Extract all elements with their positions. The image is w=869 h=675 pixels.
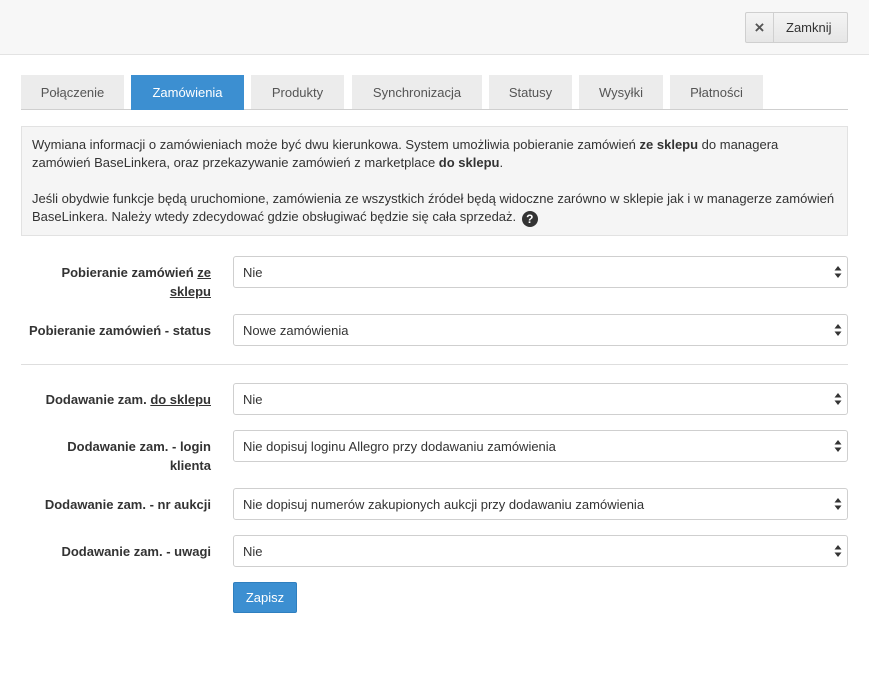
tab-synchronizacja[interactable]: Synchronizacja — [352, 75, 482, 109]
select-arrows-icon — [834, 498, 842, 510]
order-fetch-select[interactable]: Nie — [233, 256, 848, 288]
info-paragraph-1: Wymiana informacji o zamówieniach może b… — [32, 136, 837, 172]
info-text: . — [499, 155, 504, 170]
info-text: Wymiana informacji o zamówieniach może b… — [32, 137, 640, 152]
help-icon[interactable]: ? — [521, 211, 538, 227]
order-fetch-status-label: Pobieranie zamówień - status — [28, 323, 211, 338]
label-text: klienta — [169, 458, 211, 473]
info-box: Wymiana informacji o zamówieniach może b… — [21, 126, 848, 236]
order-add-login-label: Dodawanie zam. - login klienta — [67, 437, 211, 475]
order-add-notes-select[interactable]: Nie — [233, 535, 848, 567]
order-add-auction-select[interactable]: Nie dopisuj numerów zakupionych aukcji p… — [233, 488, 848, 520]
label-text: Dodawanie zam. — [45, 392, 151, 407]
close-button[interactable]: × Zamknij — [745, 12, 848, 43]
order-add-notes-label: Dodawanie zam. - uwagi — [61, 544, 211, 559]
to-shop-link[interactable]: do sklepu — [150, 392, 211, 407]
select-arrows-icon — [834, 440, 842, 452]
select-arrows-icon — [834, 393, 842, 405]
order-fetch-status-select[interactable]: Nowe zamówienia — [233, 314, 848, 346]
order-add-select[interactable]: Nie — [233, 383, 848, 415]
info-bold-text: ze sklepu — [639, 137, 699, 152]
tab-produkty[interactable]: Produkty — [251, 75, 344, 109]
select-value: Nie — [243, 543, 263, 559]
tab-bar: Połączenie Zamówienia Produkty Synchroni… — [21, 75, 848, 110]
order-fetch-label: Pobieranie zamówień ze sklepu — [61, 263, 211, 301]
order-add-auction-label: Dodawanie zam. - nr aukcji — [44, 497, 211, 512]
order-add-label: Dodawanie zam. do sklepu — [46, 390, 211, 409]
from-shop-link[interactable]: ze — [197, 265, 211, 280]
close-icon: × — [746, 13, 774, 42]
info-text: Jeśli obydwie funkcje będą uruchomione, … — [32, 191, 835, 224]
label-text: Pobieranie zamówień — [61, 265, 198, 280]
select-arrows-icon — [834, 324, 842, 336]
order-add-login-select[interactable]: Nie dopisuj loginu Allegro przy dodawani… — [233, 430, 848, 462]
select-value: Nie — [243, 391, 263, 407]
select-value: Nie dopisuj loginu Allegro przy dodawani… — [243, 438, 556, 454]
label-text: Dodawanie zam. - login — [67, 439, 211, 454]
tab-statusy[interactable]: Statusy — [489, 75, 572, 109]
save-button[interactable]: Zapisz — [233, 582, 297, 613]
close-button-label: Zamknij — [786, 20, 832, 35]
info-paragraph-2: Jeśli obydwie funkcje będą uruchomione, … — [32, 190, 837, 227]
tab-platnosci[interactable]: Płatności — [670, 75, 763, 109]
section-divider — [21, 364, 848, 365]
tab-polaczenie[interactable]: Połączenie — [21, 75, 124, 109]
select-value: Nie — [243, 264, 263, 280]
info-bold-text: do sklepu — [438, 155, 500, 170]
select-arrows-icon — [834, 545, 842, 557]
from-shop-link[interactable]: sklepu — [170, 284, 211, 299]
select-value: Nowe zamówienia — [243, 322, 349, 338]
modal-header: × Zamknij — [0, 0, 869, 55]
select-value: Nie dopisuj numerów zakupionych aukcji p… — [243, 496, 645, 512]
tab-zamowienia[interactable]: Zamówienia — [131, 75, 244, 110]
select-arrows-icon — [834, 266, 842, 278]
tab-wysylki[interactable]: Wysyłki — [579, 75, 663, 109]
